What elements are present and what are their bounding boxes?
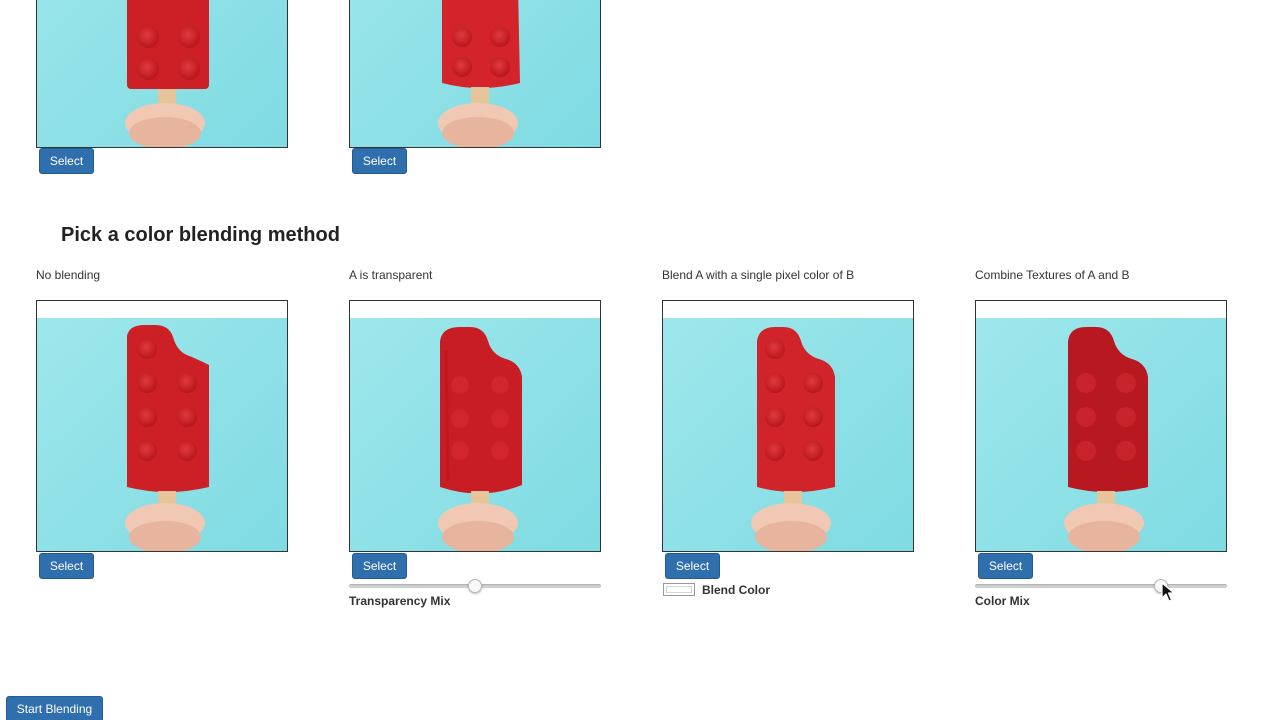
transparency-mix-label: Transparency Mix <box>349 594 451 608</box>
select-combine-textures-button[interactable]: Select <box>978 553 1033 579</box>
select-image-b-button[interactable]: Select <box>352 148 407 174</box>
source-image-a <box>36 0 288 148</box>
select-image-a-button[interactable]: Select <box>39 148 94 174</box>
color-mix-slider[interactable] <box>975 579 1227 593</box>
select-transparent-button[interactable]: Select <box>352 553 407 579</box>
preview-combine-textures <box>975 300 1227 552</box>
preview-transparent <box>349 300 601 552</box>
page: Select Select Pick a color blending meth… <box>0 0 1280 720</box>
section-title: Pick a color blending method <box>61 224 340 246</box>
method-label-combine-textures: Combine Textures of A and B <box>975 268 1130 282</box>
blend-color-label: Blend Color <box>702 583 770 597</box>
method-label-single-pixel: Blend A with a single pixel color of B <box>662 268 855 282</box>
slider-thumb[interactable] <box>468 579 482 593</box>
select-no-blending-button[interactable]: Select <box>39 553 94 579</box>
preview-no-blending <box>36 300 288 552</box>
blend-color-picker[interactable] <box>663 583 695 596</box>
preview-single-pixel <box>662 300 914 552</box>
mouse-cursor-icon <box>1161 582 1175 602</box>
transparency-mix-slider[interactable] <box>349 579 601 593</box>
source-image-b <box>349 0 601 148</box>
start-blending-button[interactable]: Start Blending <box>6 696 103 720</box>
method-label-no-blending: No blending <box>36 268 101 282</box>
select-single-pixel-button[interactable]: Select <box>665 553 720 579</box>
color-mix-label: Color Mix <box>975 594 1030 608</box>
method-label-transparent: A is transparent <box>349 268 433 282</box>
slider-track <box>975 584 1227 588</box>
